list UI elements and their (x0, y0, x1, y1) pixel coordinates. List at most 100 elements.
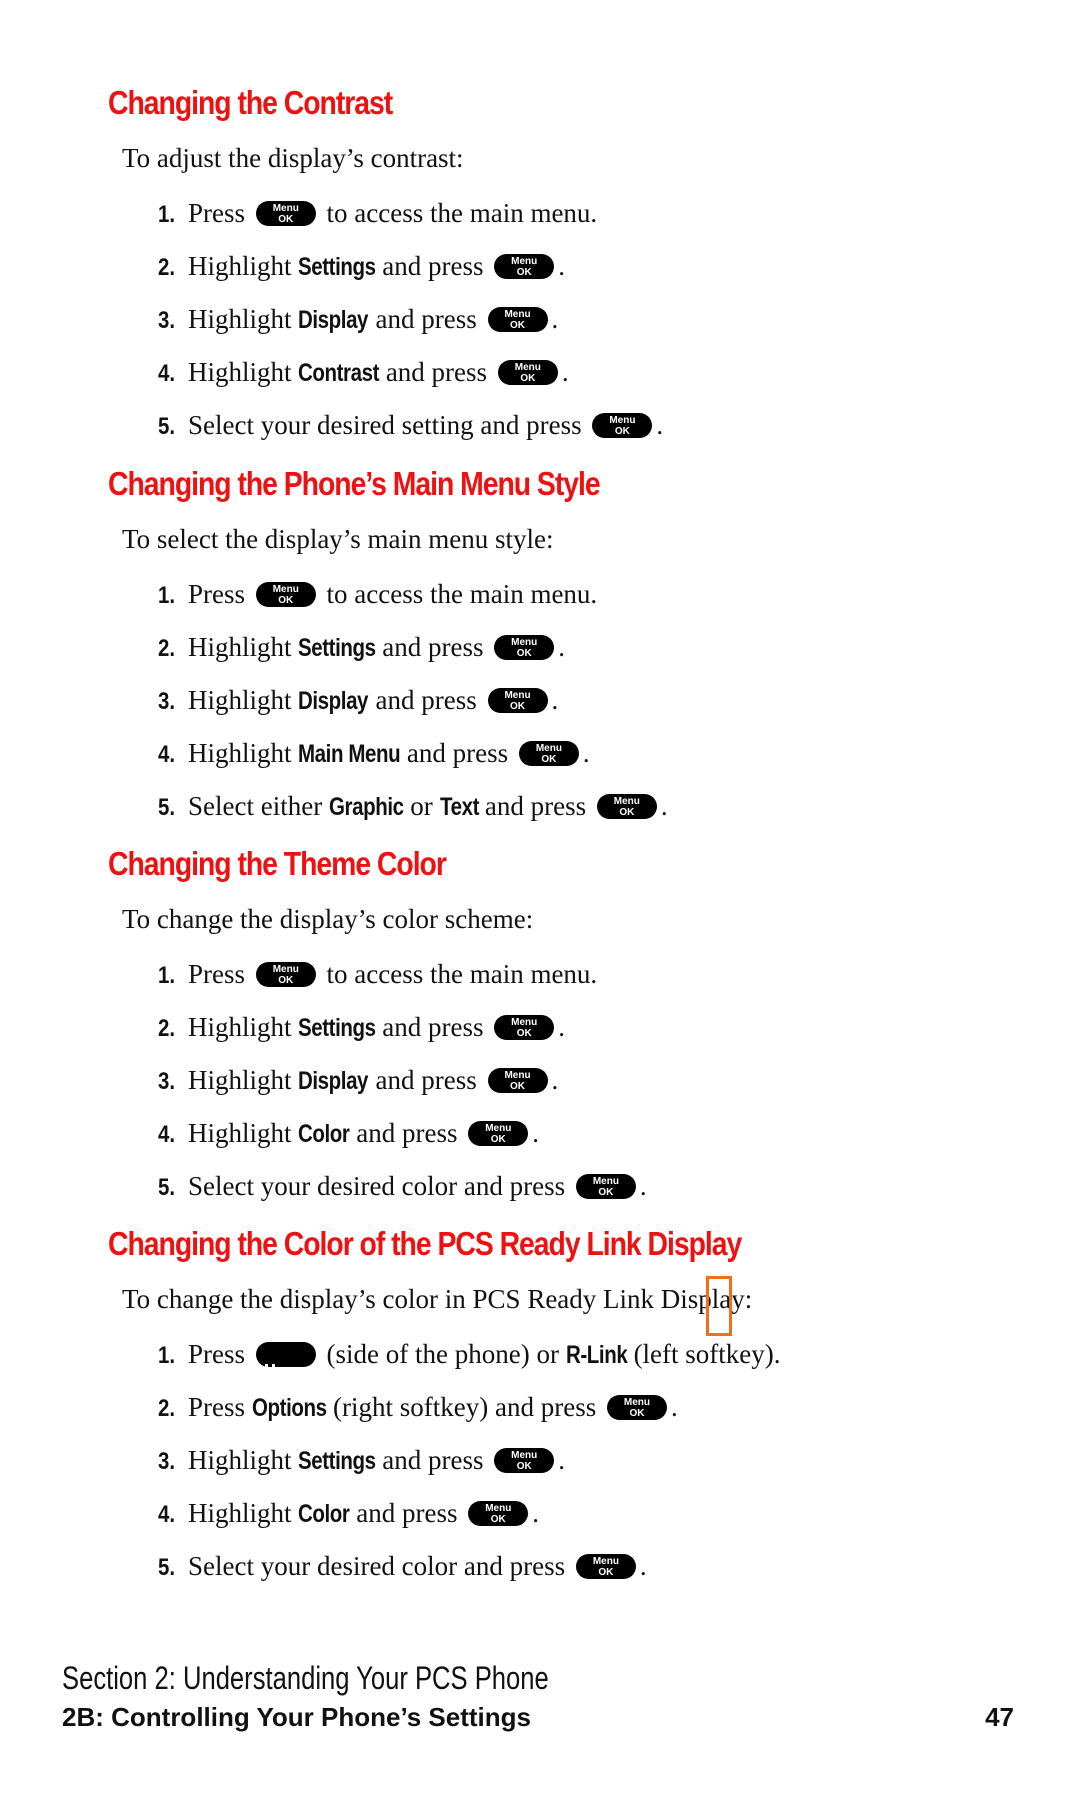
menu-term: Display (298, 1067, 369, 1095)
step-item: 4. Highlight Main Menu and press Menu OK. (158, 727, 668, 780)
key-label-menu: Menu (504, 690, 531, 702)
key-label-ok: OK (278, 214, 294, 226)
menu-term: Settings (298, 634, 376, 662)
key-label-menu: Menu (272, 964, 299, 976)
step-text: and press (375, 251, 491, 281)
menu-ok-key-icon: Menu OK (596, 794, 657, 820)
key-label-ok: OK (278, 595, 294, 607)
key-label-menu: Menu (511, 637, 538, 649)
key-label-ok: OK (629, 1408, 645, 1420)
key-label-menu: Menu (504, 309, 531, 321)
step-text: (side of the phone) or (319, 1339, 566, 1369)
step-number: 5. (158, 794, 176, 821)
step-item: 1. Press Menu OK to access the main menu. (158, 568, 668, 621)
key-label-ok: OK (541, 754, 557, 766)
menu-term: Color (298, 1500, 350, 1528)
menu-ok-key-icon: Menu OK (468, 1501, 529, 1527)
step-text: . (639, 1171, 647, 1201)
key-label-ok: OK (598, 1567, 614, 1579)
step-item: 5. Select your desired color and press Me… (158, 1540, 781, 1593)
key-label-ok: OK (510, 701, 525, 713)
step-text: . (660, 791, 668, 821)
step-number: 3. (158, 307, 176, 334)
step-text: and press (379, 357, 494, 387)
key-label-menu: Menu (272, 584, 299, 596)
key-label-menu: Menu (511, 1450, 538, 1462)
step-list: 1. Press Menu OK to access the main menu. 2… (158, 187, 663, 452)
step-item: 2. Highlight Settings and press Menu OK. (158, 1001, 647, 1054)
key-label-menu: Menu (592, 1176, 619, 1188)
step-item: 2. Highlight Settings and press Menu OK. (158, 240, 663, 293)
ready-link-side-key-icon (255, 1342, 316, 1378)
step-number: 2. (158, 254, 176, 281)
menu-term: Settings (298, 1447, 376, 1475)
section-intro: To select the display’s main menu style: (122, 524, 554, 554)
key-label-ok: OK (510, 320, 525, 332)
step-number: 1. (158, 1342, 176, 1369)
step-text: and press (375, 1012, 491, 1042)
step-item: 5. Select either Graphic or Text and pres… (158, 780, 668, 833)
menu-term: R-Link (565, 1341, 628, 1369)
key-label-menu: Menu (623, 1397, 651, 1409)
step-text: and press (400, 738, 515, 768)
key-label-ok: OK (490, 1514, 506, 1526)
menu-term: Contrast (298, 359, 380, 387)
section-intro: To change the display’s color in PCS Rea… (122, 1284, 753, 1314)
section-intro: To change the display’s color scheme: (122, 904, 534, 934)
step-text: Highlight (188, 738, 299, 768)
step-text: Highlight (188, 1065, 299, 1095)
step-text: . (656, 410, 664, 440)
step-item: 5. Select your desired color and press Me… (158, 1160, 647, 1213)
step-number: 3. (158, 688, 176, 715)
key-label-menu: Menu (592, 1556, 619, 1568)
key-label-menu: Menu (504, 1070, 531, 1082)
menu-ok-key-icon: Menu OK (606, 1395, 667, 1421)
menu-term: Graphic (328, 793, 404, 821)
step-text: or (403, 791, 440, 821)
menu-term: Color (298, 1120, 350, 1148)
step-number: 2. (158, 635, 176, 662)
step-text: and press (375, 1445, 491, 1475)
menu-ok-key-icon: Menu OK (518, 741, 579, 767)
step-text: . (532, 1498, 540, 1528)
step-text: Highlight (188, 357, 299, 387)
step-list: 1. Press Menu OK to access the main menu. 2… (158, 948, 647, 1213)
menu-ok-key-icon: Menu OK (468, 1121, 529, 1147)
step-item: 3. Highlight Display and press Menu OK. (158, 1054, 647, 1107)
step-number: 3. (158, 1068, 176, 1095)
key-label-ok: OK (278, 975, 294, 987)
step-text: . (558, 632, 565, 662)
step-text: to access the main menu. (319, 579, 598, 609)
step-text: Highlight (188, 685, 299, 715)
step-number: 4. (158, 1501, 176, 1528)
step-number: 4. (158, 741, 176, 768)
step-text: and press (349, 1498, 465, 1528)
menu-ok-key-icon: Menu OK (592, 413, 653, 439)
key-label-ok: OK (510, 1081, 525, 1093)
step-text: . (558, 1445, 565, 1475)
menu-ok-key-icon: Menu OK (487, 1068, 548, 1094)
key-label-menu: Menu (511, 1017, 538, 1029)
key-label-ok: OK (516, 1461, 532, 1473)
page-number: 47 (985, 1702, 1014, 1732)
step-number: 3. (158, 1448, 176, 1475)
step-number: 5. (158, 1174, 176, 1201)
step-item: 1. Press Menu OK to access the main menu. (158, 187, 663, 240)
menu-ok-key-icon: Menu OK (487, 307, 548, 333)
key-label-ok: OK (490, 1134, 506, 1146)
step-text: . (670, 1392, 678, 1422)
step-text: and press (349, 1118, 465, 1148)
menu-term: Text (439, 793, 479, 821)
step-text: and press (478, 791, 593, 821)
step-number: 5. (158, 1554, 176, 1581)
key-label-ok: OK (516, 267, 532, 279)
key-label-menu: Menu (514, 362, 541, 374)
step-text: to access the main menu. (319, 198, 598, 228)
step-text: Press (188, 1339, 252, 1369)
key-label-ok: OK (516, 1028, 532, 1040)
key-label-ok: OK (598, 1187, 614, 1199)
step-text: and press (368, 304, 484, 334)
menu-term: Options (251, 1394, 327, 1422)
key-label-ok: OK (619, 807, 635, 819)
menu-term: Settings (298, 253, 376, 281)
